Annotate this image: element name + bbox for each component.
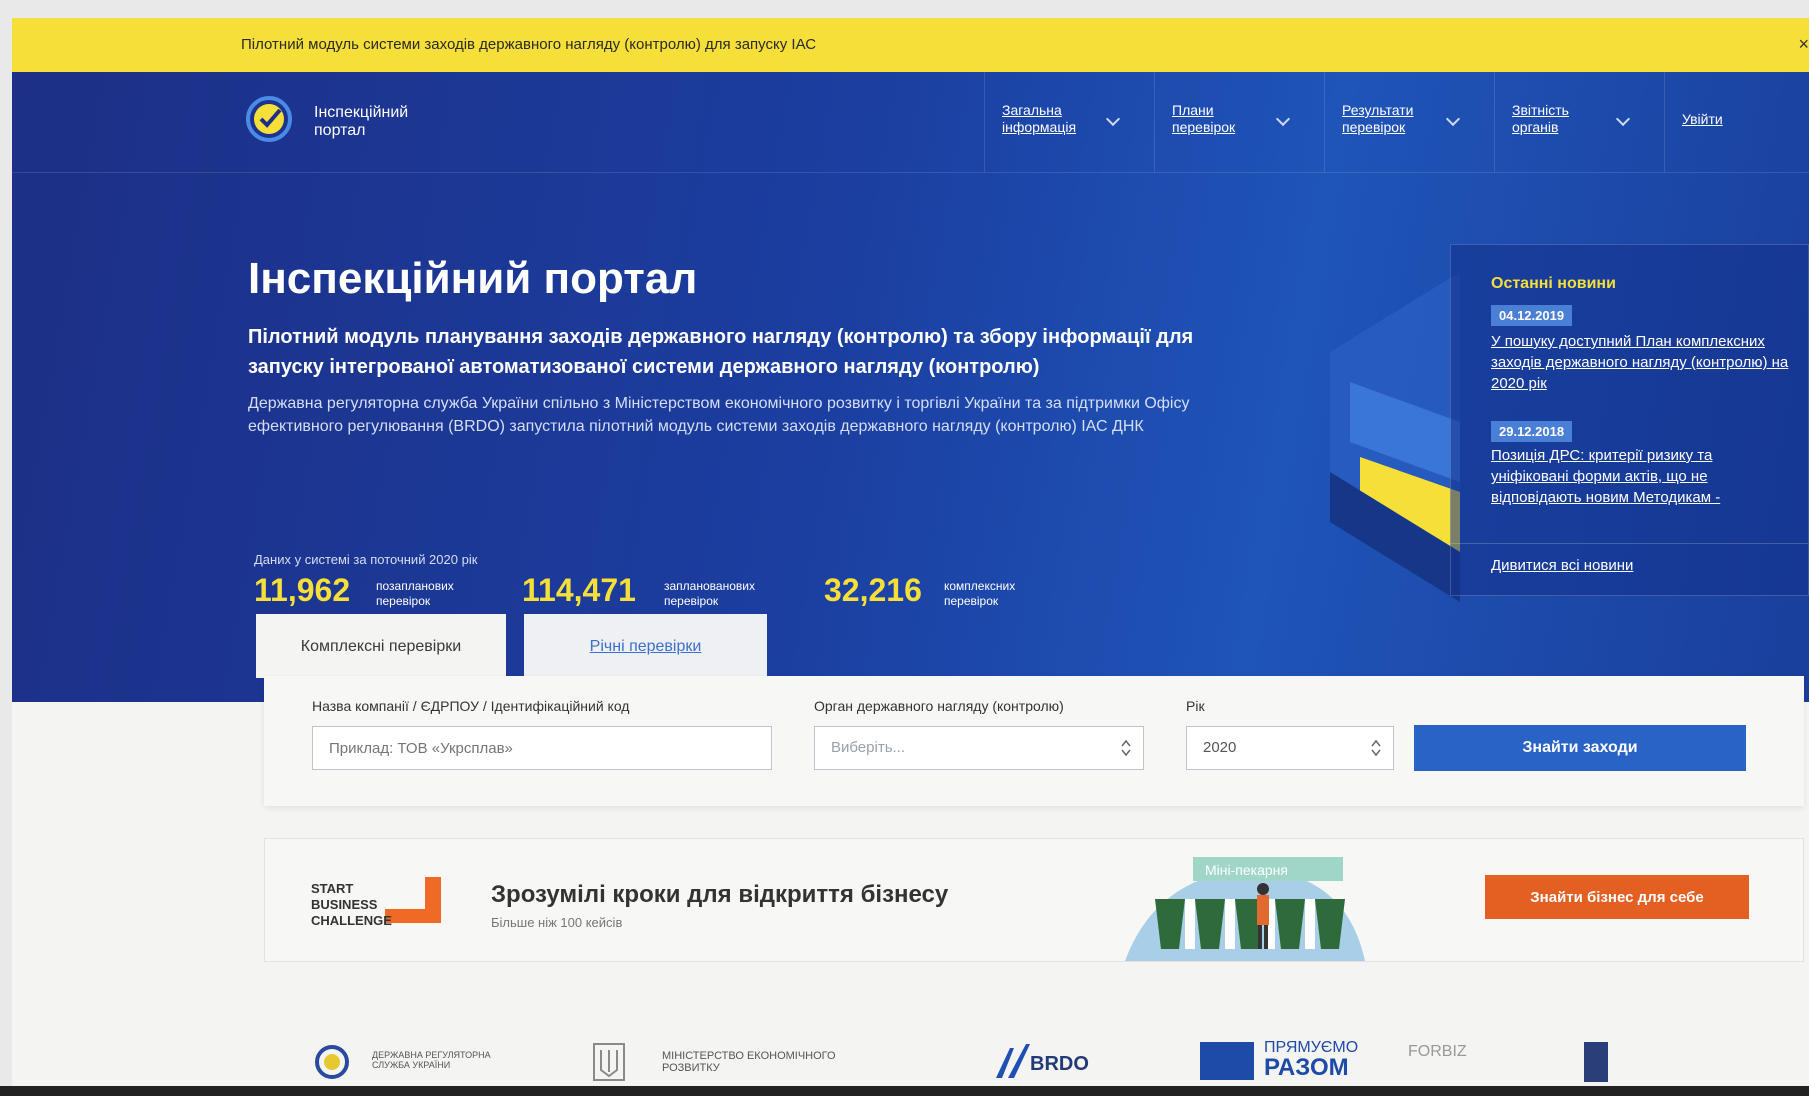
eu-flag-icon xyxy=(1200,1042,1254,1080)
decorative-shape xyxy=(1330,272,1460,602)
pilot-banner: Пілотний модуль системи заходів державно… xyxy=(12,18,1809,72)
trident-logo-icon xyxy=(593,1043,625,1081)
nav-divider xyxy=(1154,72,1155,172)
chevron-down-icon[interactable] xyxy=(1275,111,1291,127)
partner-razom-bottom: РАЗОМ xyxy=(1264,1054,1349,1081)
select-arrows-icon xyxy=(1371,739,1381,757)
nav-inspection-results[interactable]: Результати перевірок xyxy=(1342,102,1442,136)
year-select-value: 2020 xyxy=(1203,739,1237,756)
netherlands-logo-icon xyxy=(1584,1042,1608,1082)
nav-divider xyxy=(984,72,985,172)
portal-logo-text[interactable]: Інспекційний портал xyxy=(314,104,454,140)
bakery-sign-text: Міні-пекарня xyxy=(1205,862,1288,878)
partner-drs: ДЕРЖАВНА РЕГУЛЯТОРНА СЛУЖБА УКРАЇНИ xyxy=(372,1050,491,1070)
partner-forbiz: FORBIZ xyxy=(1408,1043,1467,1060)
search-form: Назва компанії / ЄДРПОУ / Ідентифікаційн… xyxy=(264,676,1804,806)
tab-annual-inspections[interactable]: Річні перевірки xyxy=(524,614,767,678)
chevron-down-icon[interactable] xyxy=(1105,111,1121,127)
browser-screen: Пілотний модуль системи заходів державно… xyxy=(12,18,1809,1088)
select-arrows-icon xyxy=(1121,739,1131,757)
pilot-banner-text: Пілотний модуль системи заходів державно… xyxy=(241,36,817,53)
unscheduled-count: 11,962 xyxy=(254,572,351,608)
page-title: Інспекційний портал xyxy=(248,254,698,303)
authority-field-label: Орган державного нагляду (контролю) xyxy=(814,698,1064,714)
news-link[interactable]: У пошуку доступний План комплексних захо… xyxy=(1491,331,1791,394)
hero-section: Інспекційний портал Загальна інформація … xyxy=(12,72,1809,702)
news-date-badge: 29.12.2018 xyxy=(1491,421,1573,442)
scheduled-label: запланованових перевірок xyxy=(664,579,755,608)
chevron-down-icon[interactable] xyxy=(1615,111,1631,127)
tab-complex-inspections[interactable]: Комплексні перевірки xyxy=(256,614,506,678)
taskbar xyxy=(0,1086,1809,1096)
nav-authority-reports[interactable]: Звітність органів xyxy=(1512,102,1602,136)
find-business-button[interactable]: Знайти бізнес для себе xyxy=(1485,875,1749,919)
partner-brdo: BRDO xyxy=(1030,1053,1089,1075)
nav-divider xyxy=(1324,72,1325,172)
scheduled-count: 114,471 xyxy=(522,572,636,608)
authority-select[interactable]: Виберіть... xyxy=(814,726,1144,770)
bakery-illustration: Міні-пекарня xyxy=(1125,857,1365,961)
portal-logo-icon[interactable] xyxy=(242,94,300,144)
drs-logo-icon xyxy=(315,1045,349,1079)
company-search-input[interactable] xyxy=(312,726,772,770)
sbc-logo-line: BUSINESS xyxy=(311,897,378,912)
unscheduled-label: позапланових перевірок xyxy=(376,579,454,608)
nav-divider xyxy=(1494,72,1495,172)
business-challenge-banner: START BUSINESS CHALLENGE Зрозумілі кроки… xyxy=(264,838,1804,962)
sbc-logo-mark xyxy=(385,877,441,923)
complex-label: комплексних перевірок xyxy=(944,579,1016,608)
news-divider xyxy=(1451,543,1808,544)
sbc-title: Зрозумілі кроки для відкриття бізнесу xyxy=(491,881,949,908)
nav-divider xyxy=(1664,72,1665,172)
company-field-label: Назва компанії / ЄДРПОУ / Ідентифікаційн… xyxy=(312,698,630,714)
news-date-badge: 04.12.2019 xyxy=(1491,305,1573,326)
hero-description: Державна регуляторна служба України спіл… xyxy=(248,395,1190,435)
hero-subtitle: Пілотний модуль планування заходів держа… xyxy=(248,326,1194,378)
partner-ministry: МІНІСТЕРСТВО ЕКОНОМІЧНОГО РОЗВИТКУ xyxy=(662,1050,836,1074)
partners-strip: ДЕРЖАВНА РЕГУЛЯТОРНА СЛУЖБА УКРАЇНИ МІНІ… xyxy=(12,1038,1809,1088)
header-divider xyxy=(12,172,1809,173)
complex-count: 32,216 xyxy=(824,572,922,608)
close-icon[interactable]: × xyxy=(1798,34,1809,55)
find-measures-button[interactable]: Знайти заходи xyxy=(1414,725,1746,771)
news-link[interactable]: Позиція ДРС: критерії ризику та уніфіков… xyxy=(1491,445,1791,508)
news-title: Останні новини xyxy=(1491,275,1616,292)
sbc-logo: START BUSINESS CHALLENGE xyxy=(311,881,392,929)
sbc-logo-line: START xyxy=(311,881,354,896)
sbc-logo-line: CHALLENGE xyxy=(311,913,392,928)
news-panel: Останні новини 04.12.2019 У пошуку досту… xyxy=(1450,244,1809,596)
authority-select-value: Виберіть... xyxy=(831,739,906,756)
all-news-link[interactable]: Дивитися всі новини xyxy=(1491,557,1633,574)
nav-inspection-plans[interactable]: Плани перевірок xyxy=(1172,102,1262,136)
brdo-logo-icon xyxy=(996,1044,1030,1078)
chevron-down-icon[interactable] xyxy=(1445,111,1461,127)
year-field-label: Рік xyxy=(1186,698,1205,714)
nav-general-info[interactable]: Загальна інформація xyxy=(1002,102,1102,136)
stats-caption: Даних у системі за поточний 2020 рік xyxy=(254,552,478,567)
sbc-subtitle: Більше ніж 100 кейсів xyxy=(491,915,623,930)
year-select[interactable]: 2020 xyxy=(1186,726,1394,770)
login-link[interactable]: Увійти xyxy=(1682,111,1723,128)
